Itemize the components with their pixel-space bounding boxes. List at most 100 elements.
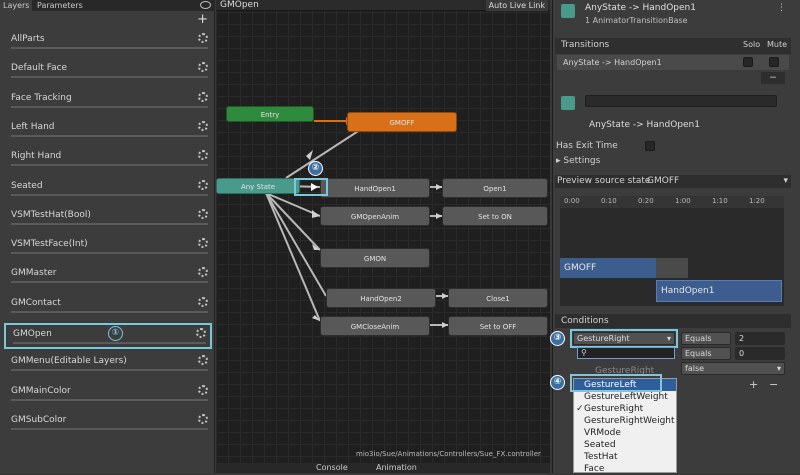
tab-animation[interactable]: Animation bbox=[376, 463, 417, 472]
clip-overlap bbox=[656, 258, 688, 278]
close1-node[interactable]: Close1 bbox=[448, 288, 548, 308]
handopen1-node[interactable]: HandOpen1 bbox=[320, 178, 430, 198]
transition-row-label: AnyState -> HandOpen1 bbox=[563, 58, 662, 67]
highlight-box-2 bbox=[294, 178, 328, 196]
layer-weight-slider[interactable] bbox=[11, 47, 208, 49]
add-layer-button[interactable]: + bbox=[197, 12, 208, 27]
settings-foldout[interactable]: ▸ Settings bbox=[556, 156, 600, 166]
layer-weight-slider[interactable] bbox=[11, 310, 208, 313]
any-state-node[interactable]: Any State bbox=[216, 178, 300, 194]
layer-item[interactable]: VSMTestHat(Bool) bbox=[4, 206, 212, 232]
breadcrumb[interactable]: GMOpen bbox=[220, 0, 259, 11]
gear-icon[interactable] bbox=[198, 208, 208, 219]
preview-label: Preview source state bbox=[557, 176, 651, 186]
gmon-node[interactable]: GMON bbox=[320, 248, 430, 268]
settings-menu-icon[interactable]: ⋮ bbox=[777, 3, 786, 13]
dropdown-item[interactable]: ✓ GestureRight bbox=[574, 403, 676, 415]
handopen2-node[interactable]: HandOpen2 bbox=[326, 288, 436, 308]
param-search-field[interactable]: ⚲ bbox=[577, 347, 675, 359]
layer-weight-slider[interactable] bbox=[11, 164, 208, 167]
has-exit-time-checkbox[interactable] bbox=[645, 141, 655, 151]
layer-item[interactable]: Seated bbox=[4, 177, 212, 203]
gear-icon[interactable] bbox=[198, 267, 208, 278]
gear-icon[interactable] bbox=[198, 413, 208, 424]
gear-icon[interactable] bbox=[198, 62, 208, 73]
layer-weight-slider[interactable] bbox=[11, 76, 208, 79]
preview-state-dropdown[interactable]: GMOFF ▾ bbox=[647, 176, 791, 187]
gear-icon[interactable] bbox=[198, 384, 208, 395]
condition-value-field[interactable]: 2 bbox=[735, 332, 785, 345]
layer-item[interactable]: GMMaster bbox=[4, 264, 212, 290]
layer-label: GMSubColor bbox=[11, 414, 67, 425]
condition3-value-dropdown[interactable]: false ▾ bbox=[681, 362, 785, 375]
gmopenanim-node[interactable]: GMOpenAnim bbox=[320, 206, 430, 226]
dropdown-item-label: GestureRight bbox=[584, 404, 644, 414]
entry-node[interactable]: Entry bbox=[226, 106, 314, 122]
open1-node[interactable]: Open1 bbox=[442, 178, 548, 198]
layer-item[interactable]: GMMainColor bbox=[4, 382, 212, 408]
gear-icon[interactable] bbox=[198, 355, 208, 366]
layer-weight-slider[interactable] bbox=[11, 134, 208, 137]
solo-checkbox[interactable] bbox=[743, 57, 753, 67]
gear-icon[interactable] bbox=[198, 120, 208, 131]
dropdown-item[interactable]: Seated bbox=[574, 439, 676, 451]
tab-layers[interactable]: Layers bbox=[0, 0, 33, 11]
layer-item[interactable]: Default Face bbox=[4, 59, 212, 85]
layer-weight-slider[interactable] bbox=[11, 369, 208, 372]
conditions-label: Conditions bbox=[561, 316, 609, 326]
layer-item[interactable]: GMContact bbox=[4, 294, 212, 320]
gear-icon[interactable] bbox=[198, 238, 208, 249]
layer-label: GMOpen bbox=[13, 329, 52, 339]
layer-weight-slider[interactable] bbox=[11, 252, 208, 255]
condition2-value-field[interactable]: 0 bbox=[735, 347, 785, 360]
layer-item[interactable]: VSMTestFace(Int) bbox=[4, 235, 212, 261]
layer-weight-slider[interactable] bbox=[11, 281, 208, 284]
eye-icon[interactable] bbox=[200, 1, 211, 9]
add-condition-button[interactable]: + bbox=[749, 378, 758, 391]
gear-icon[interactable] bbox=[198, 33, 208, 43]
gmcloseanim-node[interactable]: GMCloseAnim bbox=[320, 316, 430, 336]
gear-icon[interactable] bbox=[196, 328, 206, 338]
gear-icon[interactable] bbox=[198, 150, 208, 161]
tab-parameters[interactable]: Parameters bbox=[34, 0, 86, 11]
gear-icon[interactable] bbox=[198, 179, 208, 190]
timeline[interactable]: 0:00 0:10 0:20 1:00 1:10 1:20 GMOFF HandOpen1 bbox=[560, 196, 784, 306]
chevron-down-icon: ▾ bbox=[783, 176, 788, 186]
layer-weight-slider[interactable] bbox=[11, 105, 208, 108]
transition-name-field[interactable] bbox=[585, 95, 777, 107]
layer-item[interactable]: Right Hand bbox=[4, 147, 212, 173]
mute-checkbox[interactable] bbox=[769, 57, 779, 67]
timeline-tick: 1:00 bbox=[675, 197, 691, 205]
timeline-tick: 1:10 bbox=[712, 197, 728, 205]
layer-weight-slider[interactable] bbox=[11, 427, 208, 430]
layer-weight-slider[interactable] bbox=[11, 222, 208, 225]
dropdown-item[interactable]: VRMode bbox=[574, 427, 676, 439]
dropdown-item[interactable]: GestureLeftWeight bbox=[574, 391, 676, 403]
transition-row[interactable]: AnyState -> HandOpen1 bbox=[557, 55, 789, 70]
gmoff-node[interactable]: GMOFF bbox=[347, 112, 457, 132]
animator-graph[interactable]: Entry GMOFF Any State HandOpen1 Open1 GM… bbox=[216, 0, 550, 463]
set-to-off-node[interactable]: Set to OFF bbox=[448, 316, 548, 336]
layer-item[interactable]: GMSubColor bbox=[4, 411, 212, 437]
layer-item[interactable]: GMMenu(Editable Layers) bbox=[4, 352, 212, 378]
remove-transition-button[interactable]: − bbox=[761, 72, 785, 84]
gear-icon[interactable] bbox=[198, 296, 208, 307]
layer-weight-slider[interactable] bbox=[11, 193, 208, 196]
clip-handopen1: HandOpen1 bbox=[656, 280, 782, 302]
gear-icon[interactable] bbox=[198, 91, 208, 102]
dropdown-item[interactable]: GestureRightWeight bbox=[574, 415, 676, 427]
layer-item[interactable]: Left Hand bbox=[4, 118, 212, 144]
dropdown-item[interactable]: TestHat bbox=[574, 451, 676, 463]
marker-1: ① bbox=[108, 326, 123, 341]
set-to-on-node[interactable]: Set to ON bbox=[442, 206, 548, 226]
layer-item[interactable]: Face Tracking bbox=[4, 89, 212, 115]
layer-weight-slider[interactable] bbox=[13, 342, 206, 344]
condition-op-dropdown[interactable]: Equals bbox=[681, 332, 731, 345]
layer-weight-slider[interactable] bbox=[11, 398, 208, 401]
remove-condition-button[interactable]: − bbox=[769, 378, 778, 391]
dropdown-item[interactable]: Face bbox=[574, 463, 676, 475]
layer-item[interactable]: AllParts bbox=[4, 30, 212, 56]
auto-live-link-button[interactable]: Auto Live Link bbox=[485, 0, 548, 11]
condition2-op-dropdown[interactable]: Equals bbox=[681, 347, 731, 360]
tab-console[interactable]: Console bbox=[316, 463, 348, 472]
